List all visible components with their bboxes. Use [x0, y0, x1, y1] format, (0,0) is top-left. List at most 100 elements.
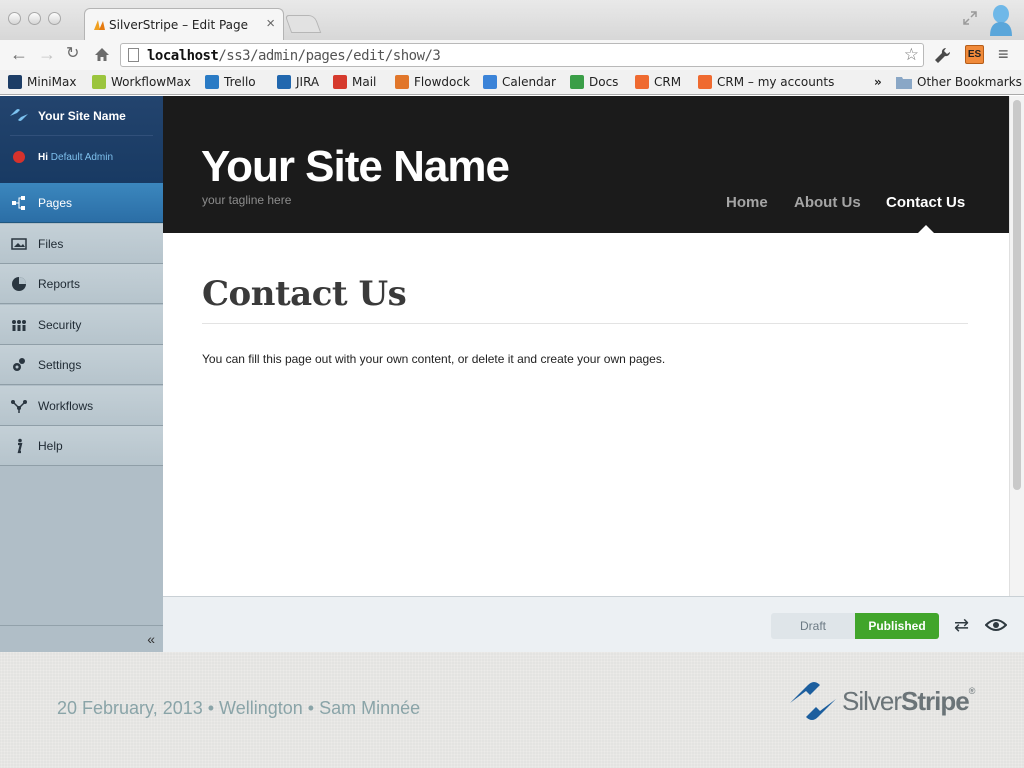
bookmark-minimax[interactable]: MiniMax: [8, 75, 76, 89]
bookmark-workflowmax[interactable]: WorkflowMax: [92, 75, 191, 89]
forward-arrow-icon[interactable]: →: [38, 45, 56, 63]
current-nav-caret: [918, 225, 934, 233]
menu-icon[interactable]: ≡: [998, 44, 1009, 65]
silverstripe-wordmark: SilverStripe®: [842, 686, 975, 716]
drive-icon: [570, 75, 584, 89]
sidebar-item-workflows[interactable]: Workflows: [0, 385, 163, 426]
crm-icon: [635, 75, 649, 89]
cms-site-name[interactable]: Your Site Name: [38, 109, 126, 123]
new-tab-button[interactable]: [284, 15, 322, 33]
bookmark-label: Trello: [224, 75, 256, 89]
tab-silverstripe-edit-page[interactable]: SilverStripe – Edit Page ×: [84, 8, 284, 40]
info-icon: [17, 438, 23, 454]
bookmark-docs[interactable]: Docs: [570, 75, 618, 89]
other-bookmarks-folder[interactable]: Other Bookmarks: [896, 75, 1022, 89]
bookmark-crm[interactable]: CRM: [635, 75, 681, 89]
bookmark-calendar[interactable]: Calendar: [483, 75, 556, 89]
sidebar-item-pages[interactable]: Pages: [0, 183, 163, 223]
bookmark-star-icon[interactable]: ☆: [904, 45, 919, 65]
bookmark-label: Docs: [589, 75, 619, 89]
profile-avatar-icon[interactable]: [988, 4, 1014, 36]
page-heading: Contact Us: [202, 274, 407, 314]
logout-power-icon[interactable]: [13, 151, 25, 163]
site-title[interactable]: Your Site Name: [201, 142, 510, 192]
preview-eye-icon[interactable]: [985, 618, 1007, 632]
site-header: Your Site Name your tagline here Home Ab…: [163, 96, 1009, 233]
url-text[interactable]: localhost/ss3/admin/pages/edit/show/3: [147, 48, 441, 64]
page-body-text: You can fill this page out with your own…: [202, 352, 666, 366]
bookmark-label: Mail: [352, 75, 377, 89]
sidebar-item-files[interactable]: Files: [0, 223, 163, 264]
heading-divider: [202, 323, 968, 324]
user-profile-link[interactable]: Default Admin: [51, 152, 113, 163]
bookmarks-overflow-button[interactable]: »: [874, 75, 882, 89]
page-icon: [128, 48, 139, 62]
sidebar-item-label: Security: [38, 317, 82, 332]
scrollbar-thumb[interactable]: [1013, 100, 1021, 490]
silverstripe-logo-icon[interactable]: [8, 107, 30, 123]
switch-view-icon[interactable]: ⇄: [954, 616, 969, 634]
close-tab-icon[interactable]: ×: [266, 15, 275, 32]
gears-icon: [13, 358, 25, 371]
workflow-icon: [11, 399, 27, 413]
site-nav-about-us[interactable]: About Us: [794, 194, 861, 211]
preview-actions-bar: Draft Published ⇄: [163, 596, 1024, 652]
wrench-icon[interactable]: [934, 47, 951, 64]
site-tagline: your tagline here: [202, 193, 292, 207]
trello-icon: [205, 75, 219, 89]
published-button[interactable]: Published: [855, 613, 939, 639]
address-bar[interactable]: localhost/ss3/admin/pages/edit/show/3 ☆: [120, 43, 924, 67]
close-window-button[interactable]: [8, 12, 21, 25]
bookmark-label: WorkflowMax: [111, 75, 191, 89]
sidebar-item-settings[interactable]: Settings: [0, 345, 163, 385]
sidebar-item-label: Help: [38, 439, 63, 453]
sidebar-item-reports[interactable]: Reports: [0, 264, 163, 304]
site-nav-contact-us[interactable]: Contact Us: [886, 194, 965, 211]
site-nav-home[interactable]: Home: [726, 194, 768, 211]
collapse-chevron-icon: «: [147, 631, 155, 647]
sidebar-item-label: Files: [38, 236, 64, 251]
bookmark-crm-my-accounts[interactable]: CRM – my accounts: [698, 75, 834, 89]
slide-footer-text: 20 February, 2013 • Wellington • Sam Min…: [57, 698, 421, 718]
bookmark-jira[interactable]: JIRA: [277, 75, 319, 89]
home-icon[interactable]: [94, 47, 110, 62]
browser-window: SilverStripe – Edit Page × ← → ↻ localho…: [0, 0, 1024, 652]
fullscreen-icon[interactable]: [962, 10, 978, 26]
image-icon: [11, 237, 27, 250]
page-preview: Your Site Name your tagline here Home Ab…: [163, 96, 1009, 596]
back-arrow-icon[interactable]: ←: [10, 45, 28, 63]
folder-icon: [896, 76, 912, 89]
bookmark-mail[interactable]: Mail: [333, 75, 376, 89]
silverstripe-brand-logo-icon: [790, 682, 836, 720]
bookmark-flowdock[interactable]: Flowdock: [395, 75, 470, 89]
bookmark-trello[interactable]: Trello: [205, 75, 256, 89]
browser-toolbar: ← → ↻ localhost/ss3/admin/pages/edit/sho…: [0, 40, 1024, 70]
zoom-window-button[interactable]: [48, 12, 61, 25]
draft-button[interactable]: Draft: [771, 613, 855, 639]
bookmark-label: CRM: [654, 75, 682, 89]
preview-scrollbar[interactable]: [1009, 96, 1024, 596]
cms-sidebar: Your Site Name Hi Default Admin Pages Fil…: [0, 96, 163, 652]
sidebar-item-label: Workflows: [38, 398, 94, 413]
gmail-icon: [333, 75, 347, 89]
bookmark-label: CRM – my accounts: [717, 75, 835, 89]
sidebar-item-label: Reports: [38, 277, 81, 291]
extension-es-button[interactable]: ES: [965, 45, 984, 64]
reload-icon[interactable]: ↻: [66, 45, 79, 63]
draft-published-toggle: Draft Published: [771, 613, 939, 639]
bookmark-label: Calendar: [502, 75, 556, 89]
calendar-icon: [483, 75, 497, 89]
jira-icon: [277, 75, 291, 89]
sidebar-item-label: Pages: [38, 196, 73, 210]
tab-title: SilverStripe – Edit Page: [109, 18, 249, 32]
m-icon: [8, 75, 22, 89]
minimize-window-button[interactable]: [28, 12, 41, 25]
sidebar-item-help[interactable]: Help: [0, 426, 163, 466]
sidebar-item-label: Settings: [38, 358, 82, 372]
collapse-sidebar-button[interactable]: «: [0, 625, 163, 652]
sidebar-item-security[interactable]: Security: [0, 304, 163, 345]
bookmarks-bar: MiniMax WorkflowMax Trello JIRA Mail Flowdock…: [0, 70, 1024, 95]
wfm-icon: [92, 75, 106, 89]
sitetree-icon: [12, 196, 25, 210]
pie-chart-icon: [12, 277, 26, 291]
